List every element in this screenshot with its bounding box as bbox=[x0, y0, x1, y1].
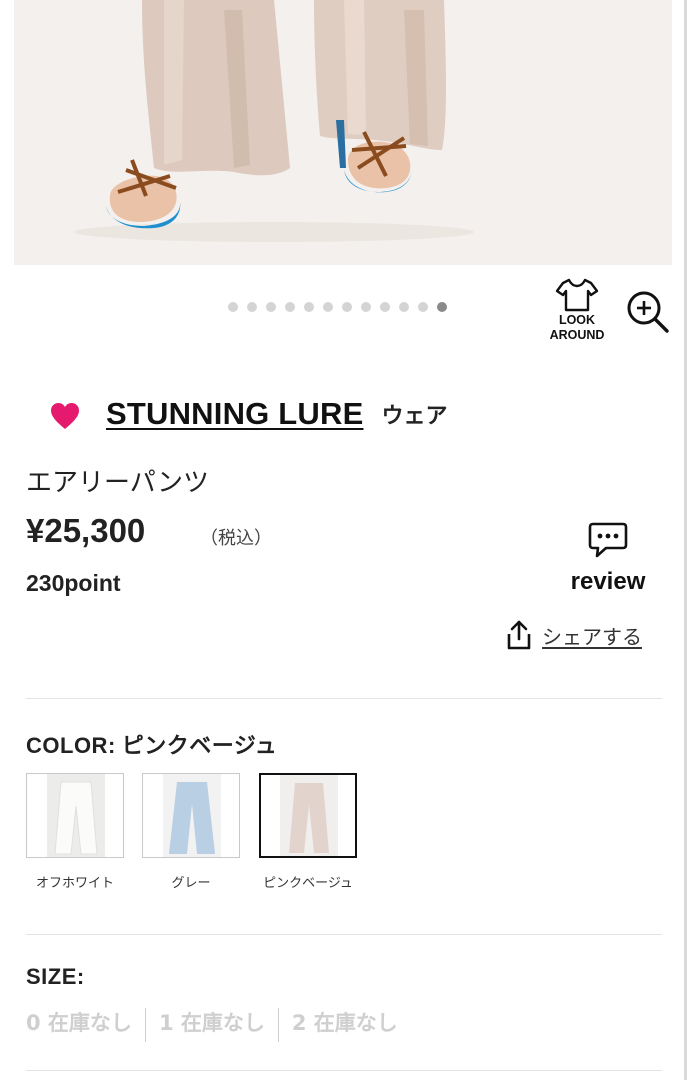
carousel-dot[interactable] bbox=[247, 302, 257, 312]
carousel-dot[interactable] bbox=[437, 302, 447, 312]
product-title: エアリーパンツ bbox=[26, 468, 210, 498]
color-label: COLOR: bbox=[26, 733, 116, 758]
color-option-label: ピンクベージュ bbox=[263, 876, 353, 891]
review-label: review bbox=[570, 568, 646, 595]
pants-thumbnail bbox=[47, 774, 105, 857]
tax-note: （税込） bbox=[200, 528, 272, 549]
carousel-dot[interactable] bbox=[399, 302, 409, 312]
divider bbox=[26, 698, 662, 699]
color-option-label: グレー bbox=[171, 876, 211, 891]
carousel-dot[interactable] bbox=[361, 302, 371, 312]
look-around-label-2: AROUND bbox=[549, 328, 605, 342]
color-option-label: オフホワイト bbox=[35, 876, 114, 891]
color-swatch-gray[interactable] bbox=[142, 773, 240, 858]
size-options: 0 在庫なし 1 在庫なし 2 在庫なし bbox=[26, 1008, 411, 1042]
product-price: ¥25,300 bbox=[26, 512, 146, 549]
carousel-dot[interactable] bbox=[418, 302, 428, 312]
size-heading: SIZE: bbox=[26, 964, 85, 989]
product-image[interactable] bbox=[14, 0, 672, 265]
review-button[interactable]: review bbox=[560, 522, 656, 596]
size-option-2[interactable]: 2 在庫なし bbox=[277, 1008, 411, 1042]
share-button[interactable]: シェアする bbox=[506, 620, 642, 650]
carousel-dot[interactable] bbox=[304, 302, 314, 312]
product-points: 230point bbox=[26, 570, 121, 596]
look-around-button[interactable]: LOOK AROUND bbox=[544, 278, 610, 342]
brand-row: STUNNING LURE ウェア bbox=[50, 396, 448, 432]
chat-bubble-icon bbox=[588, 522, 628, 558]
size-option-0[interactable]: 0 在庫なし bbox=[26, 1008, 145, 1042]
tshirt-icon bbox=[555, 278, 599, 312]
carousel-dot[interactable] bbox=[323, 302, 333, 312]
color-heading: COLOR: ピンクベージュ bbox=[26, 728, 277, 760]
divider bbox=[26, 1070, 662, 1071]
zoom-icon[interactable] bbox=[626, 290, 670, 334]
divider bbox=[26, 934, 662, 935]
brand-category: ウェア bbox=[381, 404, 448, 429]
color-swatch-pinkbeige[interactable] bbox=[259, 773, 357, 858]
pants-thumbnail bbox=[163, 774, 221, 857]
size-option-1[interactable]: 1 在庫なし bbox=[144, 1008, 278, 1042]
share-icon bbox=[507, 620, 531, 650]
carousel-indicator bbox=[228, 302, 447, 312]
carousel-dot[interactable] bbox=[342, 302, 352, 312]
share-label: シェアする bbox=[542, 624, 642, 649]
color-swatch-offwhite[interactable] bbox=[26, 773, 124, 858]
look-around-label-1: LOOK bbox=[558, 313, 596, 327]
color-selected-value: ピンクベージュ bbox=[121, 734, 278, 759]
carousel-dot[interactable] bbox=[285, 302, 295, 312]
carousel-dot[interactable] bbox=[266, 302, 276, 312]
carousel-dot[interactable] bbox=[380, 302, 390, 312]
pants-thumbnail bbox=[280, 775, 338, 856]
brand-link[interactable]: STUNNING LURE bbox=[106, 396, 364, 432]
carousel-dot[interactable] bbox=[228, 302, 238, 312]
heart-icon[interactable] bbox=[50, 402, 80, 430]
